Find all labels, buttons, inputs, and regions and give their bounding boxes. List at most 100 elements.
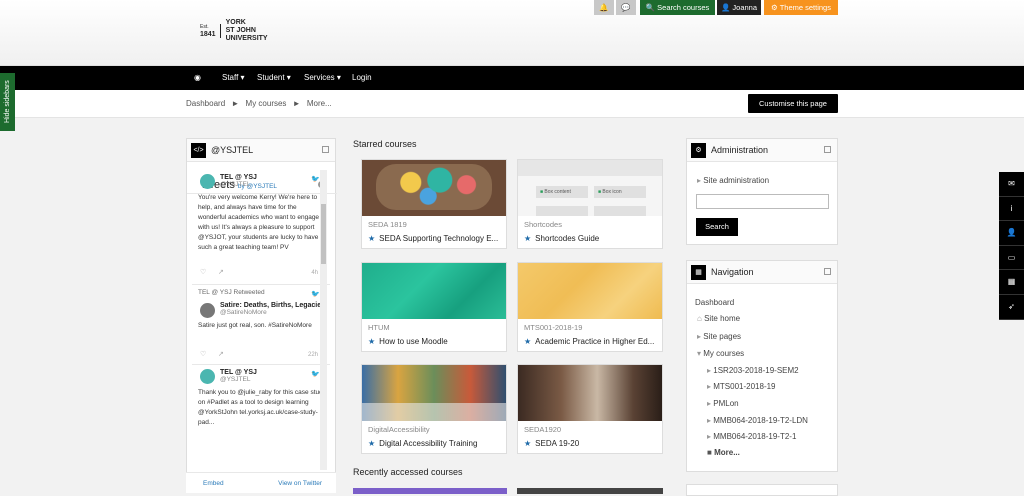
expand-arrow-icon: ▸	[707, 432, 712, 441]
desktop-icon[interactable]: ▭	[999, 246, 1024, 271]
tweet-time[interactable]: 4h	[311, 270, 318, 276]
star-icon[interactable]: ★	[368, 234, 375, 243]
like-icon[interactable]: ♡ ↗	[200, 350, 224, 358]
tweet-timeline[interactable]: TEL @ YSJ @YSJTEL 🐦 You're very welcome …	[192, 170, 330, 480]
course-name[interactable]: ★ How to use Moodle	[368, 337, 448, 346]
course-card[interactable]: SEDA1920 ★ SEDA 19-20	[517, 364, 663, 454]
star-icon[interactable]: ★	[368, 439, 375, 448]
nav-student[interactable]: Student ▾	[257, 66, 291, 90]
like-icon[interactable]: ♡ ↗	[200, 268, 224, 276]
gear-icon: ⚙	[771, 3, 778, 12]
nav-course-link[interactable]: ▸ MMB064-2018-19-T2-1	[707, 432, 796, 441]
tweet-item[interactable]: TEL @ YSJ @YSJTEL 🐦 Thank you to @julie_…	[192, 365, 330, 445]
calendar-icon[interactable]: ▦	[999, 270, 1024, 295]
star-icon[interactable]: ★	[524, 337, 531, 346]
admin-search-input[interactable]	[696, 194, 829, 209]
star-icon[interactable]: ★	[368, 337, 375, 346]
collapse-icon[interactable]	[824, 146, 831, 153]
course-image	[518, 263, 662, 319]
expand-arrow-icon: ▸	[697, 176, 702, 185]
star-icon[interactable]: ★	[524, 439, 531, 448]
admin-search-button[interactable]: Search	[696, 218, 738, 236]
nav-more-link[interactable]: ■ More...	[707, 448, 740, 457]
nav-site-home-link[interactable]: ⌂ Site home	[697, 314, 740, 323]
breadcrumb-separator: ►	[231, 99, 240, 108]
envelope-icon[interactable]: ✉	[999, 172, 1024, 197]
course-category: MTS001-2018-19	[524, 323, 583, 332]
tweet-text: You're very welcome Kerry! We're here to…	[198, 194, 320, 251]
breadcrumb-my-courses[interactable]: My courses	[246, 99, 287, 108]
course-name[interactable]: ★ SEDA 19-20	[524, 439, 579, 448]
customise-page-button[interactable]: Customise this page	[748, 94, 838, 113]
dashboard-gauge-icon[interactable]: ◉	[194, 66, 201, 90]
info-icon[interactable]: i	[999, 197, 1024, 222]
user-menu-button[interactable]: 👤 Joanna	[717, 0, 761, 15]
theme-settings-button[interactable]: ⚙ Theme settings	[764, 0, 838, 15]
expand-arrow-icon: ▸	[697, 332, 702, 341]
tweet-item[interactable]: TEL @ YSJ Retweeted Satire: Deaths, Birt…	[192, 285, 330, 365]
rocket-icon[interactable]: ➶	[999, 295, 1024, 320]
recent-course-card[interactable]	[517, 488, 663, 494]
tweet-handle[interactable]: @YSJTEL	[220, 181, 326, 188]
nav-course-link[interactable]: ▸ MTS001-2018-19	[707, 382, 776, 391]
tweet-author[interactable]: TEL @ YSJ	[220, 369, 326, 376]
breadcrumb-separator: ►	[292, 99, 301, 108]
avatar[interactable]	[200, 303, 215, 318]
bullet-icon: ■	[707, 448, 712, 457]
course-name[interactable]: ★ Shortcodes Guide	[524, 234, 599, 243]
nav-staff[interactable]: Staff ▾	[222, 66, 245, 90]
user-icon[interactable]: 👤	[999, 221, 1024, 246]
tweet-time[interactable]: 22h	[308, 352, 318, 358]
header-bar: Est. 1841 YORK ST JOHN UNIVERSITY	[0, 0, 1024, 66]
sitemap-icon: ▦	[691, 265, 706, 280]
course-card[interactable]: ■ Box content ■ Box icon Shortcodes ★ Sho…	[517, 159, 663, 249]
nav-login[interactable]: Login	[352, 66, 372, 90]
tweet-handle[interactable]: @SatireNoMore	[220, 309, 326, 316]
right-dock: ✉ i 👤 ▭ ▦ ➶	[999, 172, 1024, 320]
code-icon: </>	[191, 143, 206, 158]
nav-site-pages-link[interactable]: ▸ Site pages	[697, 332, 741, 341]
twitter-block-title: @YSJTEL	[211, 145, 254, 155]
hide-sidebars-tab[interactable]: Hide sidebars	[0, 73, 15, 131]
course-name[interactable]: ★ SEDA Supporting Technology E...	[368, 234, 498, 243]
tweet-handle[interactable]: @YSJTEL	[220, 376, 326, 383]
course-card[interactable]: DigitalAccessibility ★ Digital Accessibil…	[361, 364, 507, 454]
breadcrumb-dashboard[interactable]: Dashboard	[186, 99, 225, 108]
course-category: SEDA 1819	[368, 220, 407, 229]
nav-course-link[interactable]: ▸ PMLon	[707, 399, 739, 408]
collapse-icon[interactable]	[322, 146, 329, 153]
course-card[interactable]: MTS001-2018-19 ★ Academic Practice in Hig…	[517, 262, 663, 352]
course-card[interactable]: SEDA 1819 ★ SEDA Supporting Technology E.…	[361, 159, 507, 249]
avatar[interactable]	[200, 174, 215, 189]
nav-services[interactable]: Services ▾	[304, 66, 341, 90]
notifications-bell-icon[interactable]: 🔔	[594, 0, 614, 15]
nav-dashboard-link[interactable]: Dashboard	[695, 298, 734, 307]
nav-course-link[interactable]: ▸ 1SR203-2018-19-SEM2	[707, 366, 799, 375]
breadcrumb-more[interactable]: More...	[307, 99, 332, 108]
navigation-header: ▦ Navigation	[687, 261, 837, 284]
nav-course-link[interactable]: ▸ MMB064-2018-19-T2-LDN	[707, 416, 808, 425]
recent-course-card[interactable]	[353, 488, 507, 494]
university-logo[interactable]: Est. 1841 YORK ST JOHN UNIVERSITY	[200, 19, 268, 43]
messages-icon[interactable]: 💬	[616, 0, 636, 15]
tweet-text: Satire just got real, son. #SatireNoMore	[198, 322, 312, 329]
course-name[interactable]: ★ Academic Practice in Higher Ed...	[524, 337, 654, 346]
scrollbar-thumb[interactable]	[321, 204, 326, 264]
collapse-icon[interactable]	[824, 268, 831, 275]
embed-link[interactable]: Embed	[203, 480, 224, 487]
search-courses-button[interactable]: 🔍 Search courses	[640, 0, 715, 15]
course-card[interactable]: HTUM ★ How to use Moodle	[361, 262, 507, 352]
nav-my-courses-link[interactable]: ▾ My courses	[697, 349, 744, 358]
avatar[interactable]	[200, 369, 215, 384]
tweet-author[interactable]: TEL @ YSJ	[220, 174, 326, 181]
course-name[interactable]: ★ Digital Accessibility Training	[368, 439, 477, 448]
tweet-item[interactable]: TEL @ YSJ @YSJTEL 🐦 You're very welcome …	[192, 170, 330, 285]
site-administration-link[interactable]: ▸ Site administration	[697, 176, 769, 185]
navigation-title: Navigation	[711, 267, 754, 277]
view-on-twitter-link[interactable]: View on Twitter	[278, 480, 322, 487]
tweet-author[interactable]: Satire: Deaths, Births, Legacie	[220, 302, 326, 309]
cogs-icon: ⚙	[691, 143, 706, 158]
star-icon[interactable]: ★	[524, 234, 531, 243]
tweet-scrollbar[interactable]	[320, 170, 327, 470]
next-block	[686, 484, 838, 496]
